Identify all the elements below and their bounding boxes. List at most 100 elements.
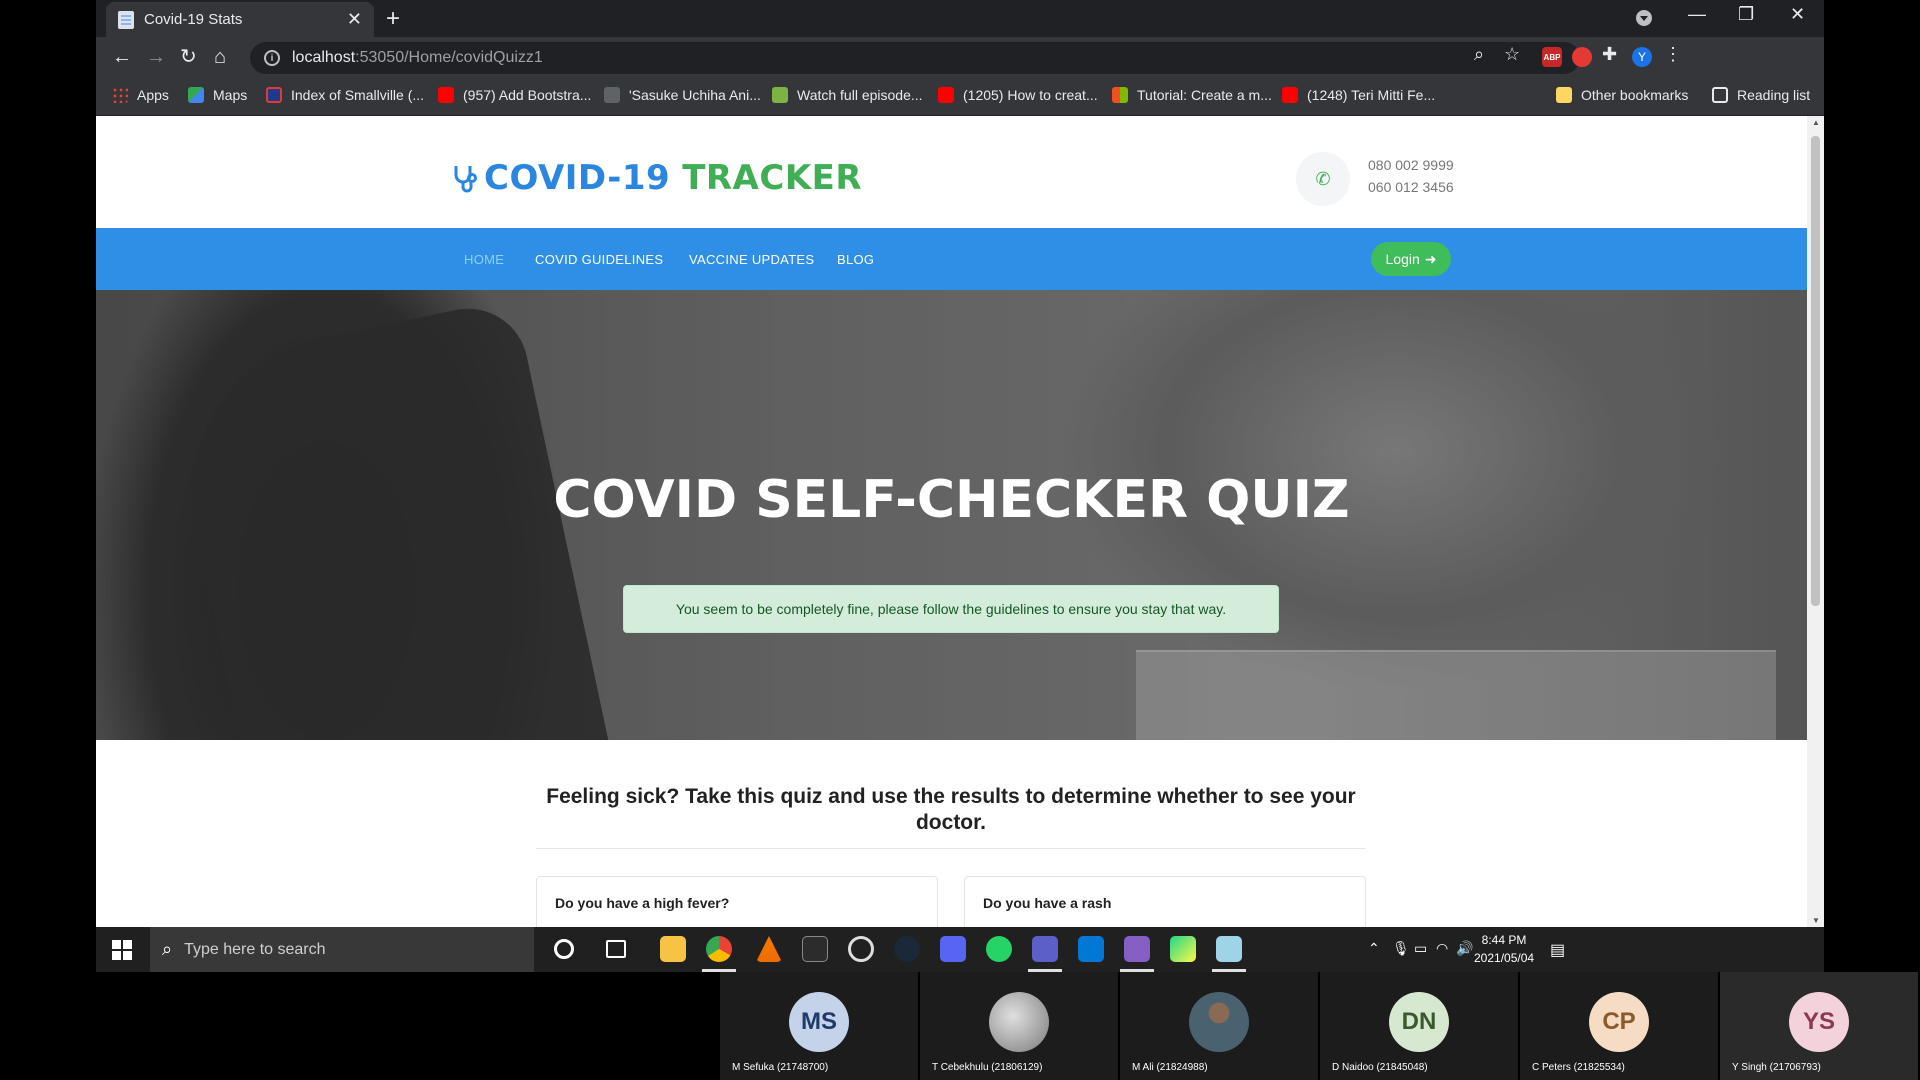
visual-studio-icon[interactable] [1124, 936, 1150, 962]
hero-banner: COVID SELF-CHECKER QUIZ You seem to be c… [96, 290, 1807, 740]
taskbar-search[interactable]: ⌕ Type here to search [150, 927, 534, 972]
tab-covid-stats[interactable]: Covid-19 Stats ✕ [106, 2, 374, 37]
chrome-icon[interactable] [706, 936, 732, 962]
teams-icon[interactable] [1032, 936, 1058, 962]
forward-icon[interactable]: → [146, 46, 166, 68]
bookmark-label: (957) Add Bootstra... [463, 87, 592, 103]
logo-text-covid: COVID-19 [484, 158, 671, 198]
nav-blog[interactable]: BLOG [837, 252, 874, 267]
browser-window: Covid-19 Stats ✕ + — ❐ ✕ ← → ↻ ⌂ i local… [96, 0, 1824, 972]
bookmark-label: (1205) How to creat... [963, 87, 1098, 103]
bookmark-star-icon[interactable]: ☆ [1504, 44, 1520, 65]
phone-number-1: 080 002 9999 [1368, 157, 1454, 173]
page-scrollbar[interactable]: ▲ ▼ [1807, 116, 1824, 927]
vscode-icon[interactable] [1078, 936, 1104, 962]
microphone-icon[interactable]: 🎙 [1392, 940, 1410, 957]
show-hidden-icons-icon[interactable]: ⌃ [1368, 940, 1380, 957]
vlc-icon[interactable] [756, 936, 782, 962]
extension-shield-icon[interactable] [1572, 47, 1592, 67]
site-header: COVID-19 TRACKER ✆ 080 002 9999 060 012 … [96, 116, 1807, 228]
whatsapp-icon[interactable] [986, 936, 1012, 962]
bookmark-maps[interactable]: Maps [188, 87, 247, 103]
avatar: MS [789, 992, 849, 1052]
scroll-down-icon[interactable]: ▼ [1812, 916, 1820, 925]
page-icon [118, 10, 134, 29]
participant-name: C Peters (21825534) [1532, 1062, 1625, 1073]
reload-icon[interactable]: ↻ [180, 46, 197, 68]
bookmark-smallville[interactable]: Index of Smallville (... [266, 87, 424, 103]
participant-name: T Cebekhulu (21806129) [932, 1062, 1043, 1073]
address-bar[interactable]: i localhost:53050/Home/covidQuizz1 [250, 42, 1580, 74]
phone-number-2: 060 012 3456 [1368, 179, 1454, 195]
steam-icon[interactable] [894, 936, 920, 962]
site-logo[interactable]: COVID-19 TRACKER [450, 158, 862, 198]
participant-tile[interactable]: CP C Peters (21825534) [1520, 972, 1718, 1080]
other-bookmarks[interactable]: Other bookmarks [1556, 87, 1688, 103]
nav-home[interactable]: HOME [464, 252, 504, 267]
bookmark-label: Index of Smallville (... [291, 87, 425, 103]
nav-covid-guidelines[interactable]: COVID GUIDELINES [535, 252, 663, 267]
home-icon[interactable]: ⌂ [214, 46, 226, 68]
close-icon[interactable]: ✕ [347, 9, 362, 30]
bookmark-teri-mitti[interactable]: (1248) Teri Mitti Fe... [1282, 87, 1435, 103]
section-divider [536, 848, 1366, 849]
bookmark-sasuke[interactable]: 'Sasuke Uchiha Ani... [604, 87, 761, 103]
avatar-photo [1189, 992, 1249, 1052]
profile-avatar[interactable]: Y [1632, 47, 1652, 67]
menu-kebab-icon[interactable]: ⋮ [1664, 44, 1682, 65]
bookmark-watch[interactable]: Watch full episode... [772, 87, 923, 103]
close-window-icon[interactable]: ✕ [1790, 4, 1805, 25]
app-icon[interactable] [1216, 936, 1242, 962]
bookmark-how-to[interactable]: (1205) How to creat... [938, 87, 1098, 103]
minimize-icon[interactable]: — [1688, 4, 1706, 25]
extensions-puzzle-icon[interactable]: ✚ [1602, 44, 1622, 64]
browser-toolbar: ← → ↻ ⌂ i localhost:53050/Home/covidQuiz… [96, 37, 1824, 78]
file-explorer-icon[interactable] [660, 936, 686, 962]
battery-icon[interactable]: ▭ [1414, 940, 1427, 957]
site-icon [772, 87, 788, 103]
page-title: COVID SELF-CHECKER QUIZ [553, 470, 1350, 530]
participant-tile[interactable]: MS M Sefuka (21748700) [720, 972, 918, 1080]
volume-icon[interactable]: 🔊 [1456, 940, 1473, 957]
windows-start-icon[interactable] [112, 940, 132, 960]
bookmark-apps[interactable]: Apps [112, 87, 169, 103]
zoom-icon[interactable]: ⌕ [1474, 44, 1484, 65]
clock-date: 2021/05/04 [1474, 951, 1535, 965]
wifi-icon[interactable]: ◠ [1436, 940, 1448, 957]
discord-icon[interactable] [940, 936, 966, 962]
logo-text-tracker: TRACKER [682, 158, 863, 198]
epic-games-icon[interactable] [802, 936, 828, 962]
taskbar-clock[interactable]: 8:44 PM 2021/05/04 [1474, 931, 1534, 967]
stethoscope-icon [454, 166, 477, 193]
tab-title: Covid-19 Stats [144, 11, 243, 28]
quiz-intro-line-1: Feeling sick? Take this quiz and use the… [546, 785, 1356, 808]
cortana-icon[interactable] [554, 939, 574, 959]
nav-vaccine-updates[interactable]: VACCINE UPDATES [689, 252, 814, 267]
task-view-icon[interactable] [606, 940, 626, 958]
restore-icon[interactable]: ❐ [1738, 4, 1754, 25]
adblock-icon[interactable]: ABP [1542, 47, 1562, 67]
scroll-up-icon[interactable]: ▲ [1812, 118, 1820, 127]
bookmark-bootstrap[interactable]: (957) Add Bootstra... [438, 87, 591, 103]
participant-tile[interactable]: DN D Naidoo (21845048) [1320, 972, 1518, 1080]
question-label: Do you have a high fever? [555, 895, 730, 911]
back-icon[interactable]: ← [112, 46, 132, 68]
pycharm-icon[interactable] [1170, 936, 1196, 962]
folder-icon [1556, 87, 1572, 103]
maps-icon [188, 87, 204, 103]
new-tab-button[interactable]: + [386, 5, 400, 33]
app-circle-icon[interactable] [848, 936, 874, 962]
scrollbar-thumb[interactable] [1811, 136, 1820, 606]
result-alert: You seem to be completely fine, please f… [623, 585, 1279, 633]
bookmark-tutorial[interactable]: Tutorial: Create a m... [1112, 87, 1272, 103]
participant-tile[interactable]: M Ali (21824988) [1120, 972, 1318, 1080]
notifications-icon[interactable]: ▤ [1550, 940, 1565, 960]
url-path: :53050/Home/covidQuizz1 [355, 49, 543, 66]
participant-tile[interactable]: T Cebekhulu (21806129) [920, 972, 1118, 1080]
site-info-icon[interactable]: i [264, 50, 280, 66]
login-button[interactable]: Login ➜ [1371, 242, 1451, 276]
reading-list[interactable]: Reading list [1712, 87, 1810, 103]
tab-search-icon[interactable] [1636, 10, 1652, 26]
bookmark-label: 'Sasuke Uchiha Ani... [629, 87, 761, 103]
participant-tile[interactable]: YS Y Singh (21706793) [1720, 972, 1918, 1080]
